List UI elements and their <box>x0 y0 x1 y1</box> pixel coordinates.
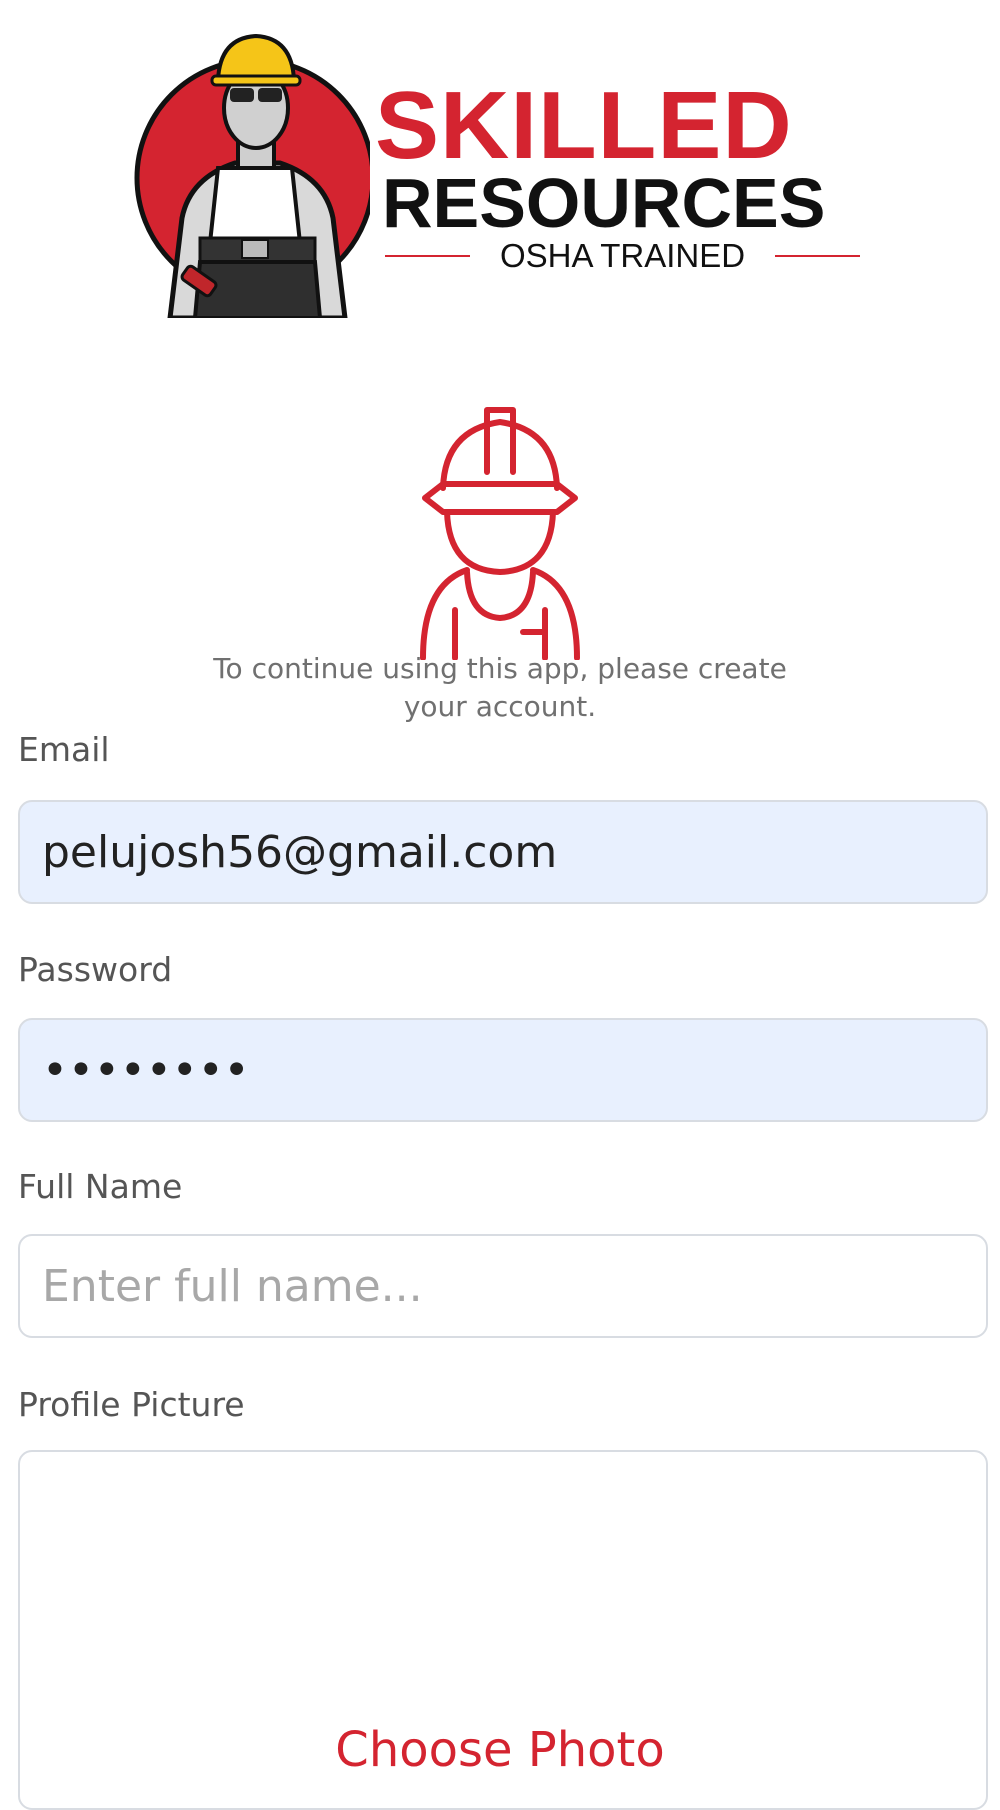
app-logo: SKILLED RESOURCES OSHA TRAINED <box>130 28 870 318</box>
choose-photo-button[interactable]: Choose Photo <box>0 1722 1000 1778</box>
intro-text: To continue using this app, please creat… <box>213 652 787 723</box>
logo-rule-right <box>775 255 860 257</box>
logo-rule-left <box>385 255 470 257</box>
password-field[interactable] <box>18 1018 988 1122</box>
construction-worker-mascot-icon <box>134 33 370 318</box>
logo-tagline-row: OSHA TRAINED <box>385 236 860 276</box>
password-label: Password <box>18 950 173 989</box>
full-name-field[interactable] <box>18 1234 988 1338</box>
full-name-label: Full Name <box>18 1167 183 1206</box>
logo-title-resources: RESOURCES <box>382 164 826 242</box>
hard-hat-worker-icon <box>420 407 580 660</box>
logo-tagline: OSHA TRAINED <box>499 237 746 274</box>
profile-picture-label: Profile Picture <box>18 1385 245 1424</box>
logo-title-skilled: SKILLED <box>375 72 793 179</box>
email-field[interactable] <box>18 800 988 904</box>
email-label: Email <box>18 730 110 769</box>
